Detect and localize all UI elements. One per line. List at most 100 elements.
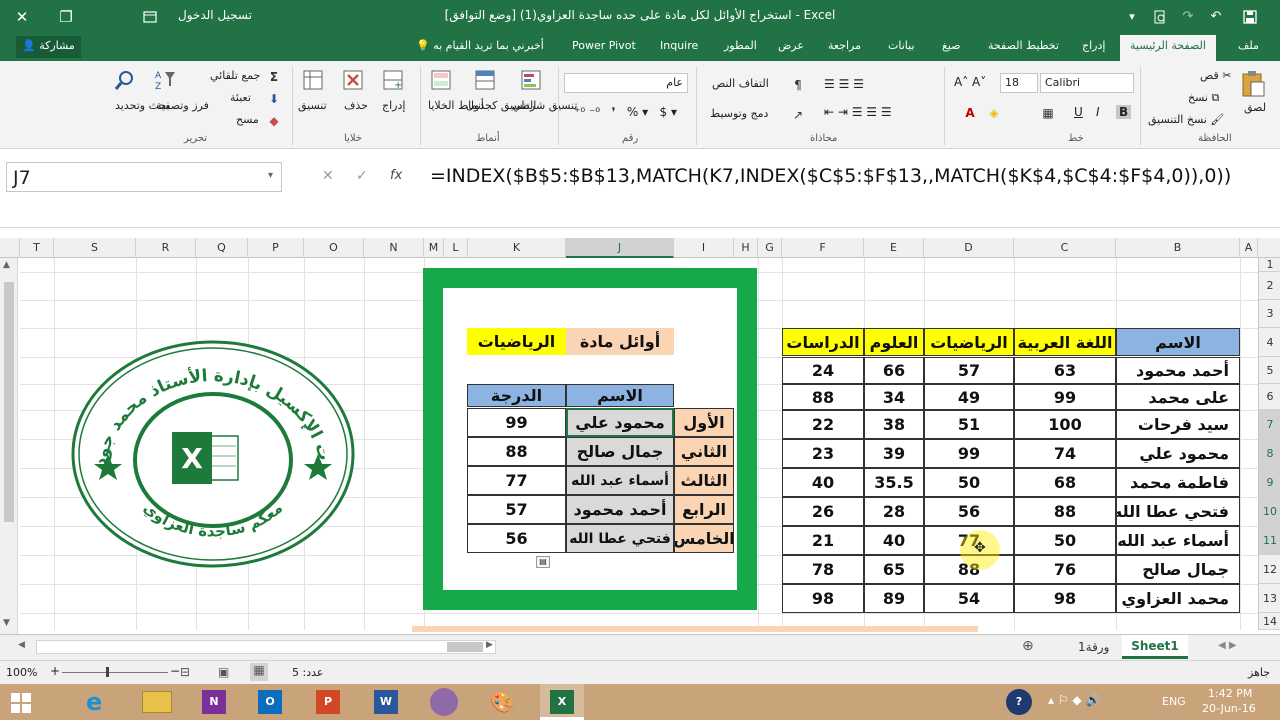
grade-cell[interactable]: 98 <box>782 584 864 613</box>
normal-view-icon[interactable]: ▦ <box>250 663 268 681</box>
onenote-icon[interactable]: N <box>202 690 226 714</box>
font-grow-shrink[interactable]: A˄ A˅ <box>954 75 986 89</box>
paste-icon[interactable] <box>1240 71 1266 97</box>
top-name-cell[interactable]: أسماء عبد الله <box>566 466 674 495</box>
signin-link[interactable]: تسجيل الدخول <box>178 8 252 22</box>
language-indicator[interactable]: ENG <box>1162 695 1186 708</box>
zoom-in-icon[interactable]: + <box>50 664 60 678</box>
grade-cell[interactable]: 99 <box>1014 384 1116 410</box>
decimal-buttons[interactable]: ⁺⁰ ⁻⁰ ❜ % ▾ $ ▾ <box>574 105 677 119</box>
tab-review[interactable]: مراجعة <box>828 39 861 52</box>
rank-cell[interactable]: الرابع <box>674 495 734 524</box>
text-direction-icon[interactable]: ¶ <box>790 77 806 93</box>
top-score-cell[interactable]: 57 <box>467 495 566 524</box>
column-header[interactable]: B <box>1116 238 1240 258</box>
windows-start-icon[interactable] <box>10 692 32 714</box>
grade-cell[interactable]: 34 <box>864 384 924 410</box>
row-header[interactable]: 3 <box>1259 300 1280 328</box>
grade-cell[interactable]: 22 <box>782 410 864 439</box>
media-app-icon[interactable] <box>430 688 458 716</box>
insert-function-icon[interactable]: fx <box>390 168 402 183</box>
rank-cell[interactable]: الثاني <box>674 437 734 466</box>
font-color-icon[interactable]: A <box>962 105 978 121</box>
clear-label[interactable]: مسح <box>236 113 259 126</box>
tab-insert[interactable]: إدراج <box>1082 39 1105 52</box>
row-header-selected[interactable]: 8 <box>1259 439 1280 468</box>
student-name-cell[interactable]: أحمد محمود <box>1116 357 1240 384</box>
sheet-tab-active[interactable]: Sheet1 <box>1122 635 1188 659</box>
name-box[interactable]: J7 <box>6 162 282 192</box>
grade-cell[interactable]: 40 <box>864 526 924 555</box>
select-all-corner[interactable] <box>0 238 20 258</box>
grade-cell[interactable]: 100 <box>1014 410 1116 439</box>
grade-cell[interactable]: 63 <box>1014 357 1116 384</box>
student-name-cell[interactable]: فتحي عطا الله <box>1116 497 1240 526</box>
bold-button[interactable]: B <box>1116 105 1132 119</box>
tray-icons[interactable]: ▴ ⚐ ◆ 🔊 <box>1048 693 1100 707</box>
grade-cell[interactable]: 88 <box>782 384 864 410</box>
print-preview-icon[interactable] <box>1146 0 1174 33</box>
formula-input[interactable]: =INDEX($B$5:$B$13,MATCH(K7,INDEX($C$5:$F… <box>430 162 1258 190</box>
clock-date[interactable]: 20-Jun-16 <box>1202 702 1256 715</box>
zoom-slider[interactable] <box>62 672 168 673</box>
delete-cells-icon[interactable] <box>340 67 366 93</box>
grade-cell[interactable]: 54 <box>924 584 1014 613</box>
sheet-nav-icon[interactable]: ◀ ▶ <box>1218 640 1237 651</box>
scroll-down-icon[interactable]: ▼ <box>3 618 10 628</box>
grade-cell[interactable]: 66 <box>864 357 924 384</box>
grade-cell[interactable]: 76 <box>1014 555 1116 584</box>
tab-data[interactable]: بيانات <box>888 39 915 52</box>
column-header[interactable]: H <box>734 238 758 258</box>
row-header[interactable]: 4 <box>1259 328 1280 357</box>
grade-cell[interactable]: 50 <box>1014 526 1116 555</box>
grade-cell[interactable]: 56 <box>924 497 1014 526</box>
clock-time[interactable]: 1:42 PM <box>1208 687 1252 700</box>
page-layout-view-icon[interactable]: ▣ <box>218 665 229 679</box>
grade-cell[interactable]: 89 <box>864 584 924 613</box>
column-header[interactable]: M <box>424 238 444 258</box>
top-name-cell-active[interactable]: محمود علي <box>566 408 674 437</box>
cut-button[interactable]: قص ✂ <box>1200 69 1231 82</box>
student-name-cell[interactable]: محمد العزاوي <box>1116 584 1240 613</box>
grade-cell[interactable]: 78 <box>782 555 864 584</box>
delete-cells-label[interactable]: حذف <box>344 99 368 112</box>
zoom-out-icon[interactable]: − <box>170 664 180 678</box>
column-header[interactable]: Q <box>196 238 248 258</box>
row-header[interactable]: 12 <box>1259 555 1280 584</box>
row-header[interactable]: 6 <box>1259 384 1280 410</box>
tab-power-pivot[interactable]: Power Pivot <box>572 39 636 52</box>
name-header[interactable]: الاسم <box>566 384 674 407</box>
tab-file[interactable]: ملف <box>1238 39 1259 52</box>
grade-cell[interactable]: 23 <box>782 439 864 468</box>
row-header-selected[interactable]: 9 <box>1259 468 1280 497</box>
score-header[interactable]: الدرجة <box>467 384 566 407</box>
orientation-icon[interactable]: ↗ <box>790 107 806 123</box>
top-score-cell[interactable]: 88 <box>467 437 566 466</box>
grade-cell[interactable]: 38 <box>864 410 924 439</box>
tab-inquire[interactable]: Inquire <box>660 39 698 52</box>
row-header[interactable]: 2 <box>1259 272 1280 300</box>
help-icon[interactable]: ? <box>1006 689 1032 715</box>
row-header[interactable]: 13 <box>1259 584 1280 613</box>
scroll-up-icon[interactable]: ▲ <box>3 260 10 270</box>
main-header-cell[interactable]: العلوم <box>864 328 924 356</box>
cell-styles-icon[interactable] <box>428 67 454 93</box>
outlook-icon[interactable]: O <box>258 690 282 714</box>
student-name-cell[interactable]: أسماء عبد الله <box>1116 526 1240 555</box>
grade-cell[interactable]: 99 <box>924 439 1014 468</box>
column-header[interactable]: L <box>444 238 468 258</box>
top-score-cell[interactable]: 56 <box>467 524 566 553</box>
column-header[interactable]: D <box>924 238 1014 258</box>
paint-icon[interactable]: 🎨 <box>490 690 515 714</box>
main-header-cell[interactable]: الاسم <box>1116 328 1240 356</box>
row-header[interactable]: 1 <box>1259 258 1280 272</box>
tab-formulas[interactable]: صيغ <box>942 39 961 52</box>
font-size-select[interactable]: 18 <box>1000 73 1038 93</box>
title-label-cell[interactable]: أوائل مادة <box>566 328 674 355</box>
paste-label[interactable]: لصق <box>1244 101 1266 114</box>
sort-filter-icon[interactable]: AZ <box>152 67 178 93</box>
copy-button[interactable]: نسخ ⧉ <box>1188 91 1219 105</box>
autosum-label[interactable]: جمع تلقائي <box>210 69 260 82</box>
word-icon[interactable]: W <box>374 690 398 714</box>
cancel-icon[interactable]: ✕ <box>322 168 334 184</box>
